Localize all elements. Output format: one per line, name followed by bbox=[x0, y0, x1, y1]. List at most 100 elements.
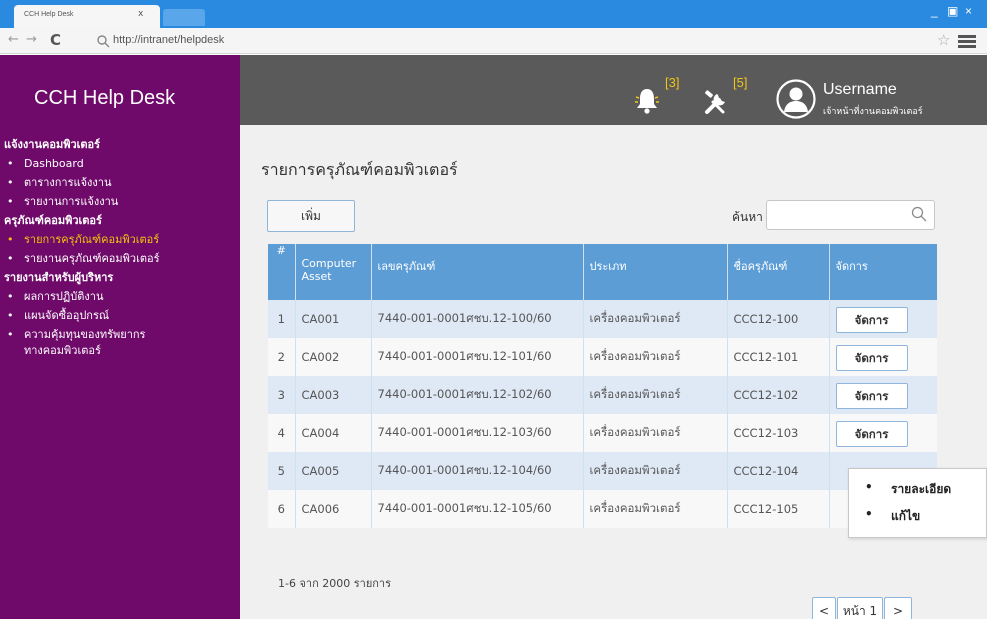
close-window-button[interactable]: × bbox=[965, 4, 972, 18]
col-header-code: เลขครุภัณฑ์ bbox=[371, 244, 584, 300]
bullet-icon: • bbox=[7, 157, 14, 170]
notification-count-badge[interactable]: [3] bbox=[665, 75, 679, 90]
search-label: ค้นหา bbox=[732, 210, 763, 224]
avatar[interactable] bbox=[776, 79, 816, 119]
sidebar-item-label: รายการครุภัณฑ์คอมพิวเตอร์ bbox=[24, 233, 160, 246]
cell-action: จัดการ bbox=[829, 300, 937, 338]
manage-button[interactable]: จัดการ bbox=[835, 421, 908, 447]
table-row: 6 CA006 7440-001-0001ศชบ.12-105/60 เครื่… bbox=[268, 490, 937, 528]
menu-item-label: แก้ไข bbox=[891, 509, 921, 523]
sidebar-item-label: ตารางการแจ้งงาน bbox=[24, 176, 112, 189]
browser-menu-icon[interactable] bbox=[958, 35, 976, 48]
bullet-icon: • bbox=[865, 480, 873, 494]
app-title[interactable]: CCH Help Desk bbox=[34, 87, 175, 110]
sidebar-item-label: ความคุ้มทุนของทรัพยากร bbox=[24, 328, 146, 341]
back-arrow-icon[interactable]: ← bbox=[8, 32, 19, 47]
table-header-row: # Computer Asset เลขครุภัณฑ์ ประเภท ชื่อ… bbox=[268, 244, 937, 300]
cell-type: เครื่องคอมพิวเตอร์ bbox=[583, 300, 728, 338]
cell-num: 3 bbox=[268, 376, 296, 414]
address-bar: ← → C http://intranet/helpdesk ☆ bbox=[0, 28, 987, 54]
cell-asset: CA004 bbox=[295, 414, 372, 452]
sidebar-item-dashboard[interactable]: • Dashboard bbox=[0, 154, 240, 173]
sidebar-item-label: Dashboard bbox=[24, 157, 84, 170]
record-summary: 1-6 จาก 2000 รายการ bbox=[278, 577, 392, 590]
manage-button[interactable]: จัดการ bbox=[835, 345, 908, 371]
new-tab-button[interactable] bbox=[163, 9, 205, 26]
repair-count-badge[interactable]: [5] bbox=[733, 75, 747, 90]
sidebar-item-label: รายงานการแจ้งงาน bbox=[24, 195, 119, 208]
cell-type: เครื่องคอมพิวเตอร์ bbox=[583, 338, 728, 376]
cell-name: CCC12-101 bbox=[727, 338, 830, 376]
cell-code: 7440-001-0001ศชบ.12-102/60 bbox=[371, 376, 584, 414]
repair-tools-icon[interactable] bbox=[701, 86, 733, 116]
cell-code: 7440-001-0001ศชบ.12-101/60 bbox=[371, 338, 584, 376]
cell-code: 7440-001-0001ศชบ.12-100/60 bbox=[371, 300, 584, 338]
sidebar-item-cost-effectiveness-cont[interactable]: ทางคอมพิวเตอร์ bbox=[0, 344, 240, 361]
url-search-icon bbox=[97, 35, 110, 48]
sidebar-item-asset-report[interactable]: • รายงานครุภัณฑ์คอมพิวเตอร์ bbox=[0, 249, 240, 268]
minimize-button[interactable]: _ bbox=[931, 4, 938, 18]
sidebar-menu: แจ้งงานคอมพิวเตอร์ • Dashboard • ตารางการแ… bbox=[0, 135, 240, 361]
prev-page-button[interactable]: < bbox=[812, 597, 836, 619]
col-header-name: ชื่อครุภัณฑ์ bbox=[727, 244, 830, 300]
bullet-icon: • bbox=[7, 233, 14, 246]
cell-name: CCC12-102 bbox=[727, 376, 830, 414]
menu-section-assets: ครุภัณฑ์คอมพิวเตอร์ bbox=[4, 214, 102, 227]
brand-area: CCH Help Desk bbox=[0, 55, 240, 125]
cell-num: 6 bbox=[268, 490, 296, 528]
url-text[interactable]: http://intranet/helpdesk bbox=[113, 34, 224, 46]
cell-type: เครื่องคอมพิวเตอร์ bbox=[583, 452, 728, 490]
search-input[interactable] bbox=[766, 200, 935, 230]
browser-tab[interactable]: CCH Help Desk x bbox=[14, 5, 160, 28]
sidebar-item-label: แผนจัดซื้ออุปกรณ์ bbox=[24, 309, 110, 322]
bullet-icon: • bbox=[7, 176, 14, 189]
cell-name: CCC12-100 bbox=[727, 300, 830, 338]
asset-table: # Computer Asset เลขครุภัณฑ์ ประเภท ชื่อ… bbox=[268, 244, 937, 528]
cell-name: CCC12-103 bbox=[727, 414, 830, 452]
sidebar-item-issue-table[interactable]: • ตารางการแจ้งงาน bbox=[0, 173, 240, 192]
cell-type: เครื่องคอมพิวเตอร์ bbox=[583, 376, 728, 414]
cell-code: 7440-001-0001ศชบ.12-105/60 bbox=[371, 490, 584, 528]
current-page-button[interactable]: หน้า 1 bbox=[837, 597, 883, 619]
reload-icon[interactable]: C bbox=[50, 31, 61, 49]
sidebar-item-cost-effectiveness[interactable]: • ความคุ้มทุนของทรัพยากร bbox=[0, 325, 240, 344]
user-role: เจ้าหน้าที่งานคอมพิวเตอร์ bbox=[823, 107, 923, 117]
cell-asset: CA002 bbox=[295, 338, 372, 376]
sidebar-item-performance[interactable]: • ผลการปฏิบัติงาน bbox=[0, 287, 240, 306]
manage-button[interactable]: จัดการ bbox=[835, 383, 908, 409]
maximize-button[interactable]: ▣ bbox=[947, 4, 958, 18]
browser-tab-title: CCH Help Desk bbox=[24, 11, 74, 18]
search-icon[interactable] bbox=[911, 206, 927, 222]
cell-action: จัดการ bbox=[829, 414, 937, 452]
sidebar-item-label: ทางคอมพิวเตอร์ bbox=[24, 344, 101, 357]
cell-asset: CA003 bbox=[295, 376, 372, 414]
sidebar-item-label: ผลการปฏิบัติงาน bbox=[24, 290, 104, 303]
table-row: 2 CA002 7440-001-0001ศชบ.12-101/60 เครื่… bbox=[268, 338, 937, 376]
forward-arrow-icon[interactable]: → bbox=[26, 32, 37, 47]
cell-type: เครื่องคอมพิวเตอร์ bbox=[583, 414, 728, 452]
cell-num: 4 bbox=[268, 414, 296, 452]
cell-name: CCC12-104 bbox=[727, 452, 830, 490]
manage-button[interactable]: จัดการ bbox=[835, 307, 908, 333]
cell-code: 7440-001-0001ศชบ.12-104/60 bbox=[371, 452, 584, 490]
bullet-icon: • bbox=[865, 507, 873, 521]
bullet-icon: • bbox=[7, 290, 14, 303]
bullet-icon: • bbox=[7, 252, 14, 265]
bookmark-star-icon[interactable]: ☆ bbox=[937, 31, 950, 49]
username[interactable]: Username bbox=[823, 81, 897, 99]
sidebar-item-asset-list[interactable]: • รายการครุภัณฑ์คอมพิวเตอร์ bbox=[0, 230, 240, 249]
menu-section-report-issues: แจ้งงานคอมพิวเตอร์ bbox=[4, 138, 101, 151]
col-header-type: ประเภท bbox=[583, 244, 728, 300]
next-page-button[interactable]: > bbox=[884, 597, 912, 619]
cell-num: 5 bbox=[268, 452, 296, 490]
sidebar-item-purchase-plan[interactable]: • แผนจัดซื้ออุปกรณ์ bbox=[0, 306, 240, 325]
table-row: 3 CA003 7440-001-0001ศชบ.12-102/60 เครื่… bbox=[268, 376, 937, 414]
bell-icon[interactable] bbox=[633, 85, 661, 115]
cell-code: 7440-001-0001ศชบ.12-103/60 bbox=[371, 414, 584, 452]
table-row: 5 CA005 7440-001-0001ศชบ.12-104/60 เครื่… bbox=[268, 452, 937, 490]
tab-close-icon[interactable]: x bbox=[138, 9, 143, 19]
sidebar-item-issue-report[interactable]: • รายงานการแจ้งงาน bbox=[0, 192, 240, 211]
cell-type: เครื่องคอมพิวเตอร์ bbox=[583, 490, 728, 528]
add-button[interactable]: เพิ่ม bbox=[267, 200, 355, 232]
page-title: รายการครุภัณฑ์คอมพิวเตอร์ bbox=[261, 160, 458, 179]
